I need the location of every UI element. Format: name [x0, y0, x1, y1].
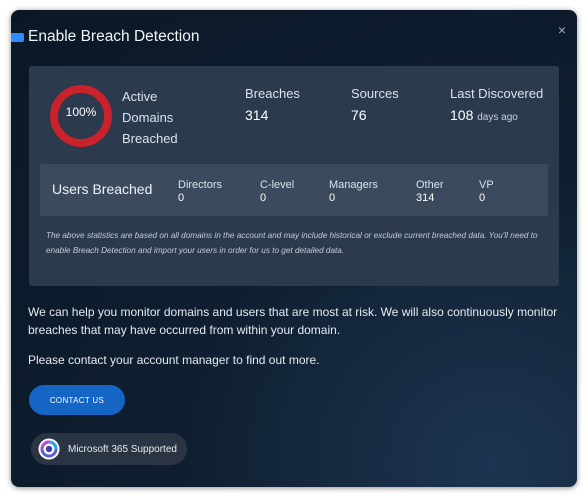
close-icon[interactable]: ×	[558, 22, 566, 38]
sources-value: 76	[351, 107, 367, 123]
sources-label: Sources	[351, 86, 399, 101]
statistics-note: The above statistics are based on all do…	[46, 231, 538, 255]
microsoft-365-badge: Microsoft 365 Supported	[31, 433, 187, 465]
last-discovered-number: 108	[450, 107, 474, 123]
role-label: VP	[479, 179, 494, 191]
active-percent-value: 100%	[65, 105, 97, 119]
title-accent-marker	[11, 33, 24, 42]
role-label: C-level	[260, 179, 295, 191]
breaches-label: Breaches	[245, 86, 300, 101]
users-breached-row: Users Breached Directors 0 C-level 0 Man…	[40, 164, 548, 216]
role-other: Other 314	[416, 179, 444, 205]
role-label: Directors	[178, 179, 223, 191]
last-discovered-unit: days ago	[477, 112, 518, 123]
users-breached-title: Users Breached	[52, 181, 153, 197]
role-label: Managers	[329, 179, 378, 191]
stats-panel: 100% Active Domains Breached Breaches 31…	[29, 66, 559, 286]
role-value: 0	[479, 192, 486, 204]
contact-us-button[interactable]: CONTACT US	[29, 385, 125, 415]
role-value: 314	[416, 192, 435, 204]
role-c-level: C-level 0	[260, 179, 294, 205]
monitor-description: We can help you monitor domains and user…	[28, 305, 558, 337]
role-directors: Directors 0	[178, 179, 222, 205]
role-vp: VP 0	[479, 179, 494, 205]
role-value: 0	[260, 192, 267, 204]
role-managers: Managers 0	[329, 179, 378, 205]
last-discovered-value: 108 days ago	[450, 107, 518, 123]
role-label: Other	[416, 179, 444, 191]
role-value: 0	[178, 192, 185, 204]
contact-description: Please contact your account manager to f…	[28, 353, 320, 367]
microsoft-365-label: Microsoft 365 Supported	[68, 443, 177, 455]
microsoft-365-icon	[38, 438, 60, 460]
breach-detection-dialog: Enable Breach Detection × 100% Active Do…	[11, 10, 577, 487]
breaches-value: 314	[245, 107, 269, 123]
active-domains-label: Active Domains Breached	[122, 89, 178, 146]
role-value: 0	[329, 192, 336, 204]
last-discovered-label: Last Discovered	[450, 86, 544, 101]
dialog-title: Enable Breach Detection	[28, 28, 200, 45]
